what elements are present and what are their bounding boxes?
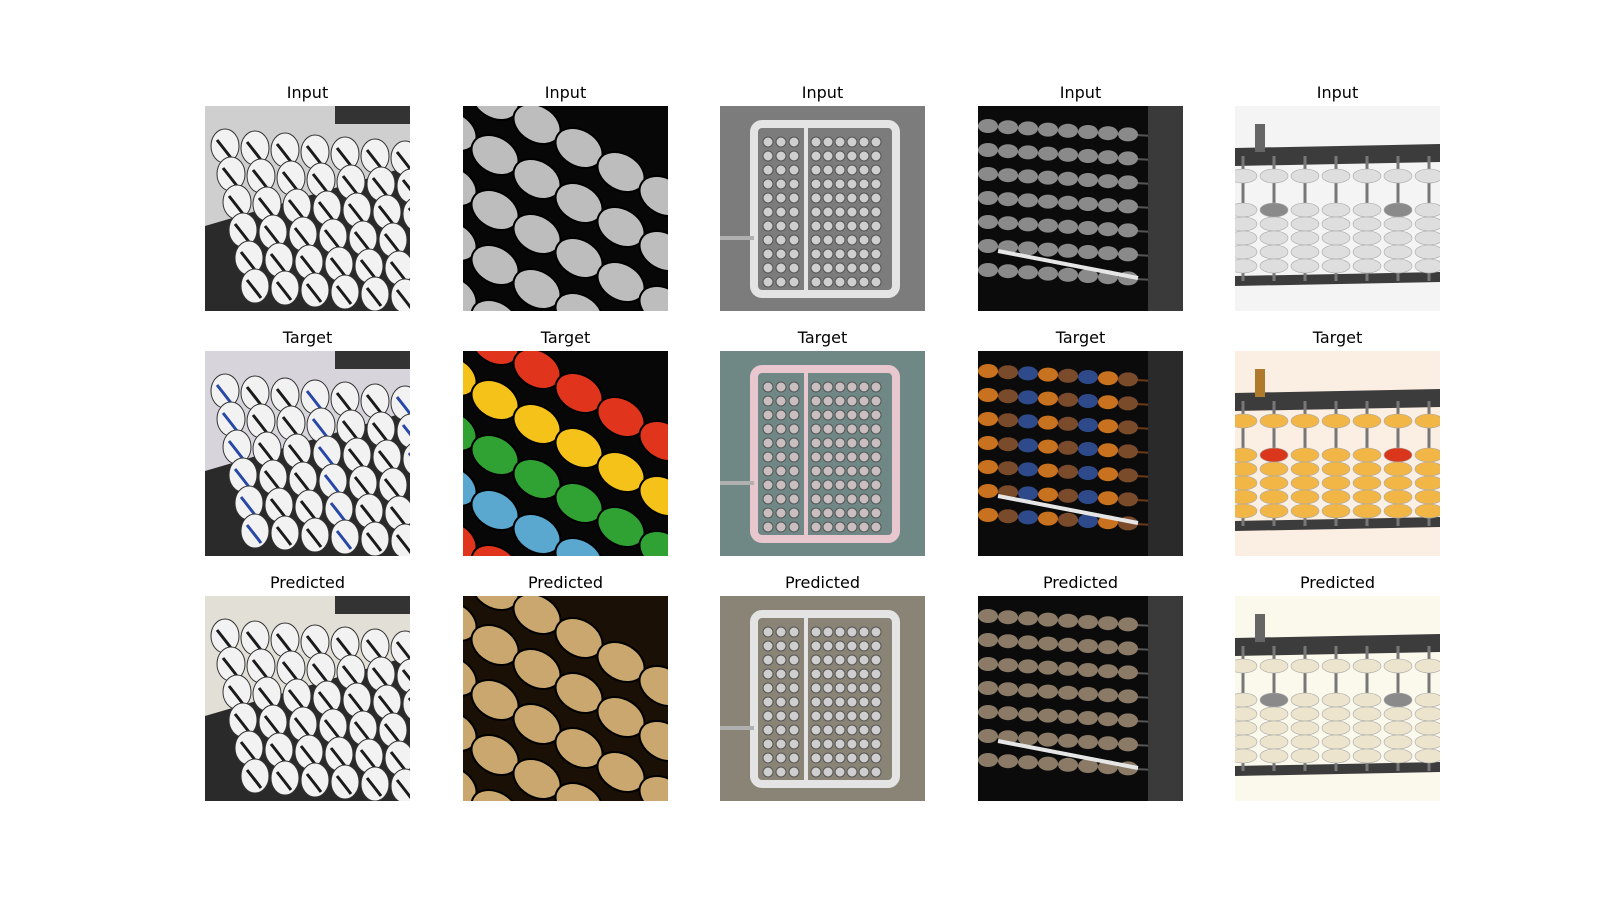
- panel-title: Target: [1312, 328, 1363, 347]
- target-image-abacus-pendant: [720, 351, 925, 556]
- panel-title: Input: [1059, 83, 1102, 102]
- target-image-ceramic-abacus-rows: [205, 351, 410, 556]
- panel-title: Input: [801, 83, 844, 102]
- panel-title: Predicted: [1299, 573, 1376, 592]
- input-image-ceramic-abacus-rows: [205, 106, 410, 311]
- predicted-image-ceramic-abacus-rows: [205, 596, 410, 801]
- panel-title: Predicted: [527, 573, 604, 592]
- panel-title: Target: [1055, 328, 1106, 347]
- panel-title: Input: [1316, 83, 1359, 102]
- predicted-image-white-abacus-rods: [1235, 596, 1440, 801]
- target-image-diagonal-bead-rows: [463, 351, 668, 556]
- target-image-abacus-closeup-perspective: [978, 351, 1183, 556]
- input-image-diagonal-bead-rows: [463, 106, 668, 311]
- input-image-abacus-closeup-perspective: [978, 106, 1183, 311]
- predicted-image-abacus-pendant: [720, 596, 925, 801]
- panel-title: Target: [797, 328, 848, 347]
- panel-title: Predicted: [269, 573, 346, 592]
- panel-title: Input: [544, 83, 587, 102]
- panel-title: Input: [286, 83, 329, 102]
- predicted-image-diagonal-bead-rows: [463, 596, 668, 801]
- panel-title: Target: [282, 328, 333, 347]
- predicted-image-abacus-closeup-perspective: [978, 596, 1183, 801]
- panel-title: Target: [540, 328, 591, 347]
- panel-title: Predicted: [784, 573, 861, 592]
- input-image-white-abacus-rods: [1235, 106, 1440, 311]
- input-image-abacus-pendant: [720, 106, 925, 311]
- target-image-white-abacus-rods: [1235, 351, 1440, 556]
- panel-title: Predicted: [1042, 573, 1119, 592]
